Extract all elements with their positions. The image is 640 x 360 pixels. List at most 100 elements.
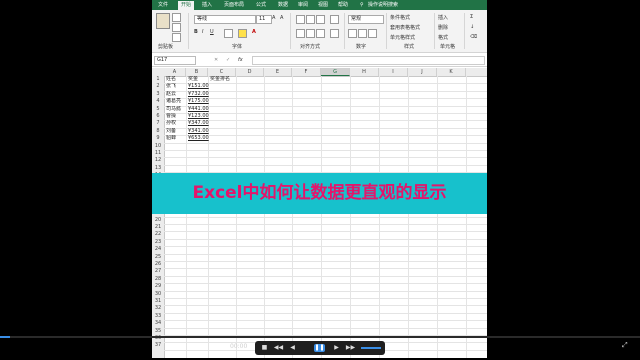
formula-input[interactable]: [252, 56, 485, 65]
row-header[interactable]: 30: [152, 291, 164, 298]
name-cell[interactable]: 貂蝉: [166, 135, 188, 142]
tab-view[interactable]: 视图: [318, 1, 328, 10]
column-header-g[interactable]: G: [321, 68, 350, 76]
format-cells-button[interactable]: 格式: [438, 34, 448, 41]
play-pause-button[interactable]: ❚❚: [314, 344, 325, 352]
column-header-e[interactable]: E: [264, 68, 292, 76]
row-header[interactable]: 1: [152, 76, 164, 83]
row-header[interactable]: 26: [152, 261, 164, 268]
fullscreen-icon[interactable]: ⤢: [622, 341, 628, 350]
align-bottom-icon[interactable]: [316, 15, 325, 24]
previous-icon[interactable]: ◀◀: [273, 344, 284, 352]
tab-file[interactable]: 文件: [158, 1, 168, 10]
row-header[interactable]: 9: [152, 135, 164, 142]
volume-slider[interactable]: [361, 347, 381, 349]
name-cell[interactable]: 张飞: [166, 83, 188, 90]
insert-cells-button[interactable]: 插入: [438, 14, 448, 21]
row-header[interactable]: 29: [152, 283, 164, 290]
align-center-icon[interactable]: [306, 29, 315, 38]
column-header-k[interactable]: K: [437, 68, 466, 76]
copy-icon[interactable]: [172, 23, 181, 32]
row-header[interactable]: 37: [152, 342, 164, 349]
column-header-h[interactable]: H: [350, 68, 379, 76]
font-grow-icon[interactable]: A: [272, 15, 275, 21]
border-icon[interactable]: [224, 29, 233, 38]
orientation-icon[interactable]: [330, 15, 339, 24]
cancel-icon[interactable]: ✕: [214, 57, 218, 63]
insert-function-icon[interactable]: fx: [238, 57, 243, 63]
row-header[interactable]: 32: [152, 305, 164, 312]
font-name-select[interactable]: 等线: [194, 15, 256, 24]
amount-cell[interactable]: ¥653.00: [188, 135, 210, 142]
currency-icon[interactable]: [348, 29, 357, 38]
name-cell[interactable]: 诸葛亮: [166, 98, 188, 105]
column-header-c[interactable]: C: [208, 68, 236, 76]
row-header[interactable]: 13: [152, 165, 164, 172]
align-middle-icon[interactable]: [306, 15, 315, 24]
tell-me-search[interactable]: 操作说明搜索: [368, 1, 398, 10]
row-header[interactable]: 12: [152, 157, 164, 164]
amount-cell[interactable]: ¥347.00: [188, 120, 210, 127]
align-left-icon[interactable]: [296, 29, 305, 38]
row-header[interactable]: 3: [152, 91, 164, 98]
name-cell[interactable]: 孙权: [166, 120, 188, 127]
underline-button[interactable]: U: [210, 29, 214, 35]
bold-button[interactable]: B: [194, 29, 198, 35]
rewind-icon[interactable]: ◀: [287, 344, 298, 352]
cell-styles-button[interactable]: 单元格样式: [390, 34, 415, 41]
column-header-b[interactable]: B: [186, 68, 208, 76]
amount-cell[interactable]: ¥441.00: [188, 106, 210, 113]
column-header-a[interactable]: A: [164, 68, 186, 76]
percent-icon[interactable]: [358, 29, 367, 38]
next-icon[interactable]: ▶▶: [345, 344, 356, 352]
number-format-select[interactable]: 常规: [348, 15, 384, 24]
column-header-d[interactable]: D: [236, 68, 264, 76]
stop-icon[interactable]: ■: [259, 344, 270, 352]
name-cell[interactable]: 曹操: [166, 113, 188, 120]
amount-cell[interactable]: ¥123.00: [188, 113, 210, 120]
tab-page-layout[interactable]: 页面布局: [224, 1, 244, 10]
font-shrink-icon[interactable]: A: [280, 15, 283, 21]
tab-formulas[interactable]: 公式: [256, 1, 266, 10]
font-size-select[interactable]: 11: [256, 15, 272, 24]
row-header[interactable]: 28: [152, 276, 164, 283]
name-cell[interactable]: 赵云: [166, 91, 188, 98]
row-header[interactable]: 33: [152, 313, 164, 320]
row-header[interactable]: 8: [152, 128, 164, 135]
row-header[interactable]: 10: [152, 143, 164, 150]
row-header[interactable]: 4: [152, 98, 164, 105]
column-header-j[interactable]: J: [408, 68, 437, 76]
clear-icon[interactable]: ⌫: [470, 34, 477, 40]
amount-cell[interactable]: ¥175.00: [188, 98, 210, 105]
row-header[interactable]: 24: [152, 246, 164, 253]
name-box[interactable]: G17: [154, 56, 196, 65]
search-icon[interactable]: ⚲: [360, 1, 364, 10]
comma-icon[interactable]: [368, 29, 377, 38]
row-header[interactable]: 2: [152, 83, 164, 90]
row-header[interactable]: 31: [152, 298, 164, 305]
tab-insert[interactable]: 插入: [202, 1, 212, 10]
header-cell[interactable]: 奖金: [188, 76, 210, 83]
align-right-icon[interactable]: [316, 29, 325, 38]
name-cell[interactable]: 司马懿: [166, 106, 188, 113]
row-header[interactable]: 7: [152, 120, 164, 127]
tab-review[interactable]: 审阅: [298, 1, 308, 10]
row-header[interactable]: 21: [152, 224, 164, 231]
tab-home[interactable]: 开始: [178, 1, 195, 10]
name-cell[interactable]: 刘备: [166, 128, 188, 135]
row-header[interactable]: 6: [152, 113, 164, 120]
delete-cells-button[interactable]: 删除: [438, 24, 448, 31]
fill-color-icon[interactable]: [238, 29, 247, 38]
row-header[interactable]: 11: [152, 150, 164, 157]
conditional-formatting-button[interactable]: 条件格式: [390, 14, 410, 21]
italic-button[interactable]: I: [202, 29, 203, 35]
amount-cell[interactable]: ¥341.00: [188, 128, 210, 135]
row-header[interactable]: 25: [152, 254, 164, 261]
header-cell[interactable]: 姓名: [166, 76, 188, 83]
column-header-i[interactable]: I: [379, 68, 408, 76]
amount-cell[interactable]: ¥732.00: [188, 91, 210, 98]
paste-icon[interactable]: [156, 13, 170, 29]
forward-icon[interactable]: ▶: [331, 344, 342, 352]
tab-data[interactable]: 数据: [278, 1, 288, 10]
row-header[interactable]: 35: [152, 328, 164, 335]
